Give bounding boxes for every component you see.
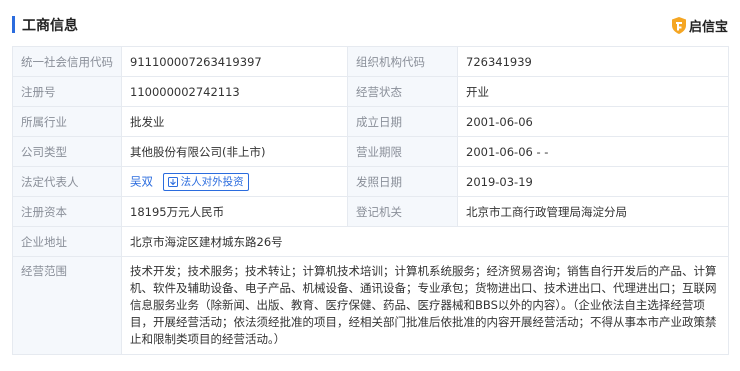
table-row: 注册号 110000002742113 经营状态 开业 xyxy=(12,76,729,107)
reg-no-label: 注册号 xyxy=(12,76,122,107)
header-accent-bar xyxy=(12,16,15,33)
credit-code-value: 911100007263419397 xyxy=(121,46,348,77)
table-row: 法定代表人 吴双 法人对外投资 发照日期 2019-03-19 xyxy=(12,166,729,197)
reg-no-value: 110000002742113 xyxy=(121,76,348,107)
scope-value: 技术开发；技术服务；技术转让；计算机技术培训；计算机系统服务；经济贸易咨询；销售… xyxy=(121,256,729,355)
authority-label: 登记机关 xyxy=(347,196,458,227)
term-value: 2001-06-06 - - xyxy=(457,136,729,167)
table-row: 统一社会信用代码 911100007263419397 组织机构代码 72634… xyxy=(12,46,729,77)
status-value: 开业 xyxy=(457,76,729,107)
invest-icon xyxy=(167,176,178,187)
credit-code-label: 统一社会信用代码 xyxy=(12,46,122,77)
founded-label: 成立日期 xyxy=(347,106,458,137)
company-type-label: 公司类型 xyxy=(12,136,122,167)
scope-label: 经营范围 xyxy=(12,256,122,355)
table-row: 注册资本 18195万元人民币 登记机关 北京市工商行政管理局海淀分局 xyxy=(12,196,729,227)
legal-rep-investment-label: 法人对外投资 xyxy=(180,176,244,188)
industry-label: 所属行业 xyxy=(12,106,122,137)
legal-rep-investment-button[interactable]: 法人对外投资 xyxy=(162,172,249,191)
address-value: 北京市海淀区建材城东路26号 xyxy=(121,226,729,257)
issue-date-label: 发照日期 xyxy=(347,166,458,197)
status-label: 经营状态 xyxy=(347,76,458,107)
term-label: 营业期限 xyxy=(347,136,458,167)
section-title: 工商信息 xyxy=(22,18,78,34)
table-row: 所属行业 批发业 成立日期 2001-06-06 xyxy=(12,106,729,137)
address-label: 企业地址 xyxy=(12,226,122,257)
founded-value: 2001-06-06 xyxy=(457,106,729,137)
legal-rep-label: 法定代表人 xyxy=(12,166,122,197)
legal-rep-link[interactable]: 吴双 xyxy=(130,174,153,188)
table-row: 企业地址 北京市海淀区建材城东路26号 xyxy=(12,226,729,257)
org-code-value: 726341939 xyxy=(457,46,729,77)
brand-logo[interactable]: 启信宝 xyxy=(671,15,728,35)
table-row: 公司类型 其他股份有限公司(非上市) 营业期限 2001-06-06 - - xyxy=(12,136,729,167)
industry-value: 批发业 xyxy=(121,106,348,137)
authority-value: 北京市工商行政管理局海淀分局 xyxy=(457,196,729,227)
capital-label: 注册资本 xyxy=(12,196,122,227)
capital-value: 18195万元人民币 xyxy=(121,196,348,227)
table-row: 经营范围 技术开发；技术服务；技术转让；计算机技术培训；计算机系统服务；经济贸易… xyxy=(12,256,729,355)
brand-name: 启信宝 xyxy=(688,19,728,35)
company-type-value: 其他股份有限公司(非上市) xyxy=(121,136,348,167)
issue-date-value: 2019-03-19 xyxy=(457,166,729,197)
org-code-label: 组织机构代码 xyxy=(347,46,458,77)
section-header: 工商信息 启信宝 xyxy=(12,12,728,38)
legal-rep-cell: 吴双 法人对外投资 xyxy=(121,166,348,197)
shield-logo-icon xyxy=(671,16,686,34)
business-info-table: 统一社会信用代码 911100007263419397 组织机构代码 72634… xyxy=(12,46,729,355)
